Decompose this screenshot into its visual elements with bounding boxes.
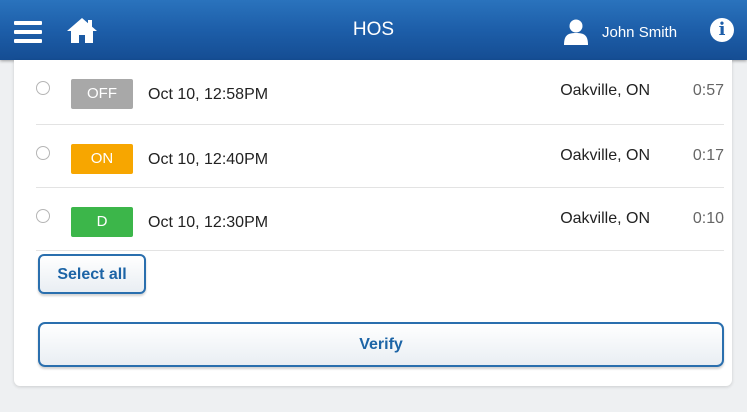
row-select-radio[interactable] xyxy=(36,81,50,95)
log-row[interactable]: ON Oct 10, 12:40PM Oakville, ON 0:17 xyxy=(36,125,724,188)
info-icon[interactable]: i xyxy=(710,18,734,42)
log-timestamp: Oct 10, 12:30PM xyxy=(148,214,269,231)
user-profile[interactable]: John Smith xyxy=(564,19,677,45)
hamburger-menu-icon[interactable] xyxy=(14,21,42,43)
home-icon[interactable] xyxy=(66,16,98,44)
log-location: Oakville, ON xyxy=(560,210,650,227)
app-header: HOS John Smith i xyxy=(0,0,747,60)
log-row[interactable]: OFF Oct 10, 12:58PM Oakville, ON 0:57 xyxy=(36,60,724,125)
status-badge-driving: D xyxy=(71,207,133,237)
log-duration: 0:57 xyxy=(692,82,724,99)
row-select-radio[interactable] xyxy=(36,209,50,223)
status-badge-on: ON xyxy=(71,144,133,174)
log-location: Oakville, ON xyxy=(560,147,650,164)
user-name: John Smith xyxy=(602,23,678,41)
log-timestamp: Oct 10, 12:58PM xyxy=(148,86,269,103)
select-all-button[interactable]: Select all xyxy=(38,254,146,294)
log-timestamp: Oct 10, 12:40PM xyxy=(148,151,269,168)
row-select-radio[interactable] xyxy=(36,146,50,160)
user-icon xyxy=(564,19,588,45)
log-duration: 0:10 xyxy=(692,210,724,227)
verify-button[interactable]: Verify xyxy=(38,322,724,367)
log-duration: 0:17 xyxy=(692,147,724,164)
status-badge-off: OFF xyxy=(71,79,133,109)
hos-log-card: OFF Oct 10, 12:58PM Oakville, ON 0:57 ON… xyxy=(14,60,732,386)
log-list: OFF Oct 10, 12:58PM Oakville, ON 0:57 ON… xyxy=(36,60,724,251)
log-location: Oakville, ON xyxy=(560,82,650,99)
log-row[interactable]: D Oct 10, 12:30PM Oakville, ON 0:10 xyxy=(36,188,724,251)
